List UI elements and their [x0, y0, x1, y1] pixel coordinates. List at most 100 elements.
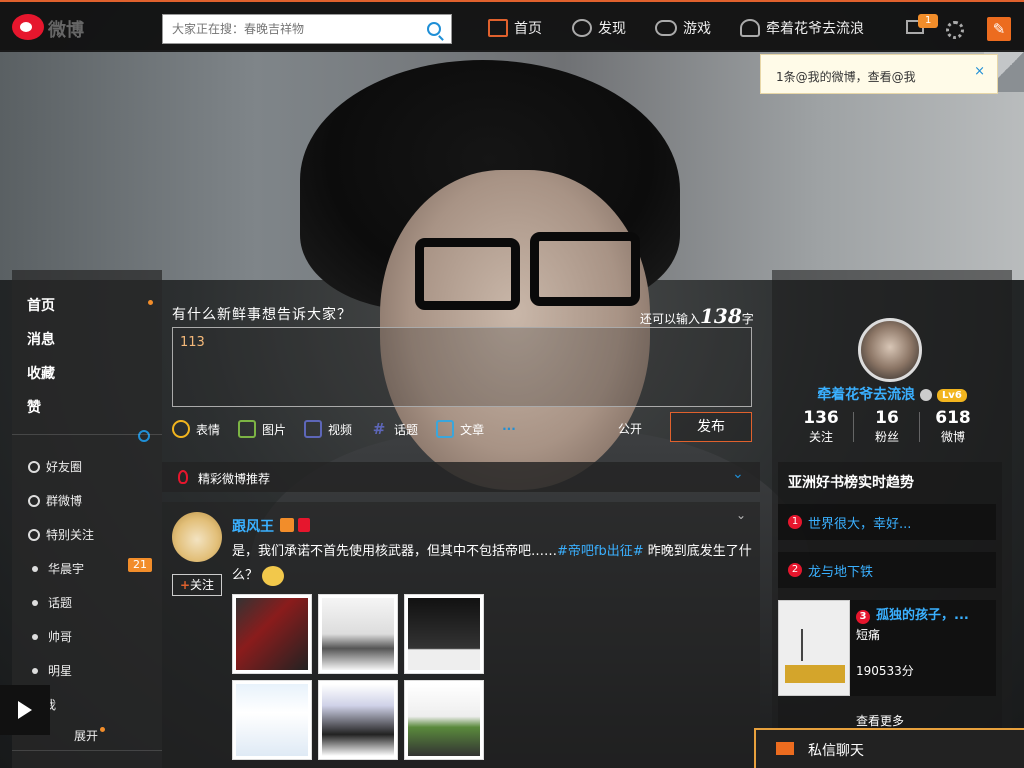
trend-title: 亚洲好书榜实时趋势	[788, 475, 914, 491]
trend-item[interactable]: 2 龙与地下铁	[778, 552, 996, 588]
bullet-icon	[32, 633, 38, 640]
publisher-textarea[interactable]: 113	[173, 328, 751, 406]
gamepad-icon	[655, 20, 677, 36]
mail-badge: 1	[918, 14, 939, 28]
group-weibo-icon	[28, 494, 40, 507]
visibility-selector[interactable]: 公开	[618, 420, 642, 437]
level-badge: Lv6	[936, 388, 967, 402]
follow-button[interactable]: +关注	[172, 574, 222, 596]
divider	[12, 750, 162, 751]
envelope-icon	[776, 742, 794, 755]
sidebar-item-special-follow[interactable]: 特别关注	[28, 526, 94, 543]
video-icon	[304, 420, 323, 438]
nav-discover[interactable]: 发现	[572, 18, 626, 38]
new-indicator-dot	[100, 727, 105, 732]
feed-post: +关注 跟风王 ⌄ 是，我们承诺不首先使用核武器，但其中不包括帝吧……#帝吧fb…	[162, 502, 760, 768]
compose-icon[interactable]: ✎	[987, 17, 1011, 41]
sidebar-item-tag[interactable]: 明星	[28, 662, 72, 679]
search-input[interactable]	[163, 15, 413, 43]
rank-badge: 2	[788, 563, 802, 577]
nav-games[interactable]: 游戏	[655, 18, 711, 38]
settings-gear-icon[interactable]	[946, 21, 964, 39]
right-sidebar: 牵着花爷去流浪 Lv6 136 关注 16 粉丝 618 微博 亚洲好书榜实时趋…	[772, 270, 1012, 768]
image-button[interactable]: 图片	[238, 420, 286, 438]
mention-notification[interactable]: 1条@我的微博，查看@我 ×	[760, 54, 998, 94]
sidebar-settings-icon[interactable]	[138, 430, 150, 442]
member-badge-icon	[298, 518, 310, 532]
publish-button[interactable]: 发布	[670, 412, 752, 442]
post-image[interactable]	[318, 680, 398, 760]
hashtag-link[interactable]: #帝吧fb出征#	[557, 544, 644, 559]
stat-followers[interactable]: 16 粉丝	[852, 408, 922, 445]
video-button[interactable]: 视频	[304, 420, 352, 438]
post-author[interactable]: 跟风王	[232, 516, 274, 536]
close-icon[interactable]: ×	[974, 64, 985, 79]
book-cover-image[interactable]	[778, 600, 850, 696]
rank-badge: 3	[856, 610, 870, 624]
post-image[interactable]	[404, 594, 484, 674]
home-icon	[488, 19, 508, 37]
compass-icon	[572, 19, 592, 37]
sidebar-item-friends-circle[interactable]: 好友圈	[28, 458, 82, 475]
search-icon[interactable]	[427, 22, 441, 36]
post-image[interactable]	[232, 594, 312, 674]
more-tools-button[interactable]: ···	[502, 420, 516, 438]
emoji-button[interactable]: 表情	[172, 420, 220, 438]
bullet-icon	[32, 599, 38, 606]
search-box	[162, 14, 452, 44]
divider	[12, 434, 162, 435]
top-nav-bar: 微博 首页 发现 游戏 牵着花爷去流浪 1 ✎	[0, 0, 1024, 52]
publisher-toolbar: 表情 图片 视频 # 话题 文章 ···	[172, 420, 534, 438]
new-indicator-dot	[148, 300, 153, 305]
publisher-box: 113	[172, 327, 752, 407]
bullet-icon	[32, 565, 38, 572]
topic-button[interactable]: # 话题	[370, 420, 418, 438]
sidebar-item-group-weibo[interactable]: 群微博	[28, 492, 82, 509]
book-score: 190533分	[856, 664, 914, 678]
rank-badge: 1	[788, 515, 802, 529]
profile-avatar[interactable]	[858, 318, 922, 382]
nav-home[interactable]: 首页	[488, 18, 542, 38]
weibo-eye-icon	[12, 14, 44, 40]
sidebar-item-favorites[interactable]: 收藏	[27, 363, 55, 383]
nav-user-profile[interactable]: 牵着花爷去流浪	[740, 18, 864, 38]
verified-badge-icon	[280, 518, 294, 532]
trend-item[interactable]: 1 世界很大，幸好...	[778, 504, 996, 540]
article-button[interactable]: 文章	[436, 420, 484, 438]
post-text: 是，我们承诺不首先使用核武器，但其中不包括帝吧……#帝吧fb出征# 昨晚到底发生…	[232, 540, 752, 588]
post-image[interactable]	[232, 680, 312, 760]
floating-video-thumbnail[interactable]	[0, 685, 50, 735]
avatar[interactable]	[172, 512, 222, 562]
book-trend-card[interactable]: 3 孤独的孩子，... 短痛 190533分	[778, 600, 996, 696]
book-title[interactable]: 3 孤独的孩子，...	[856, 604, 969, 624]
unread-badge: 21	[128, 558, 152, 572]
special-follow-icon	[28, 528, 40, 541]
sidebar-item-tag[interactable]: 话题	[28, 594, 72, 611]
stat-posts[interactable]: 618 微博	[918, 408, 988, 445]
see-more-link[interactable]: 查看更多	[856, 712, 904, 729]
sidebar-item-tag[interactable]: 帅哥	[28, 628, 72, 645]
char-counter: 还可以输入138字	[640, 304, 754, 328]
profile-name[interactable]: 牵着花爷去流浪 Lv6	[772, 384, 1012, 404]
stat-following[interactable]: 136 关注	[786, 408, 856, 445]
chevron-down-icon[interactable]: ⌄	[736, 508, 746, 522]
crown-icon	[920, 389, 933, 401]
post-image[interactable]	[404, 680, 484, 760]
emoji-icon	[172, 420, 190, 438]
sidebar-item-tag[interactable]: 华晨宇	[28, 560, 84, 577]
fire-icon	[178, 470, 188, 484]
publisher-prompt: 有什么新鲜事想告诉大家？	[172, 307, 352, 323]
chevron-down-icon[interactable]: ⌄	[732, 466, 744, 482]
sidebar-item-messages[interactable]: 消息	[27, 329, 55, 349]
user-icon	[740, 19, 760, 37]
article-icon	[436, 420, 455, 438]
sidebar-expand-link[interactable]: 展开	[74, 727, 98, 744]
main-feed-column: 有什么新鲜事想告诉大家？ 还可以输入138字 113 表情 图片 视频 # 话题…	[162, 270, 772, 768]
sidebar-item-likes[interactable]: 赞	[27, 397, 41, 417]
bullet-icon	[32, 667, 38, 674]
sidebar-item-home[interactable]: 首页	[27, 295, 55, 315]
post-image[interactable]	[318, 594, 398, 674]
private-chat-bar[interactable]: 私信聊天	[754, 728, 1024, 768]
weibo-logo[interactable]: 微博	[12, 10, 97, 44]
play-icon	[18, 701, 32, 719]
